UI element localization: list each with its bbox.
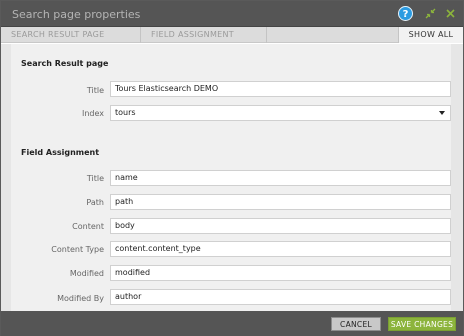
- dialog-content: Search Result page Title Tours Elasticse…: [1, 44, 463, 311]
- index-select-value: tours: [115, 108, 136, 117]
- field-input-path[interactable]: path: [110, 194, 451, 210]
- field-input-content-type[interactable]: content.content_type: [110, 241, 451, 257]
- tab-search-result-page[interactable]: SEARCH RESULT PAGE: [1, 27, 141, 43]
- question-circle-icon[interactable]: ?: [398, 6, 413, 21]
- search-page-properties-dialog: Search page properties ? SEARCH RESULT P…: [0, 0, 464, 336]
- field-label-modified: Modified: [69, 269, 104, 278]
- cancel-button[interactable]: CANCEL: [331, 317, 381, 331]
- title-input[interactable]: Tours Elasticsearch DEMO: [110, 81, 451, 97]
- field-label-content: Content: [72, 222, 104, 231]
- field-input-title[interactable]: name: [110, 170, 451, 186]
- field-assignment-heading: Field Assignment: [21, 148, 100, 157]
- search-result-page-heading: Search Result page: [21, 59, 109, 68]
- dialog-titlebar: Search page properties ?: [1, 1, 463, 27]
- field-input-modified-by[interactable]: author: [110, 289, 451, 305]
- show-all-button[interactable]: SHOW ALL: [398, 27, 463, 43]
- field-label-content-type: Content Type: [51, 245, 104, 254]
- index-label: Index: [81, 109, 104, 118]
- field-input-content[interactable]: body: [110, 218, 451, 234]
- title-label: Title: [86, 86, 104, 95]
- tab-bar: SEARCH RESULT PAGE FIELD ASSIGNMENT: [1, 27, 463, 43]
- shrink-arrows-icon[interactable]: [423, 6, 438, 21]
- save-changes-button[interactable]: SAVE CHANGES: [388, 317, 456, 331]
- index-select[interactable]: tours: [110, 105, 451, 121]
- dialog-title: Search page properties: [12, 8, 141, 21]
- field-input-modified[interactable]: modified: [110, 265, 451, 281]
- chevron-down-icon: [439, 111, 445, 115]
- field-label-title: Title: [86, 174, 104, 183]
- tab-field-assignment[interactable]: FIELD ASSIGNMENT: [141, 27, 267, 43]
- properties-panel: Search Result page Title Tours Elasticse…: [11, 44, 451, 311]
- field-label-modified-by: Modified By: [57, 294, 104, 303]
- field-label-path: Path: [86, 198, 104, 207]
- close-icon[interactable]: [443, 6, 458, 21]
- dialog-footer: CANCEL SAVE CHANGES: [1, 311, 463, 336]
